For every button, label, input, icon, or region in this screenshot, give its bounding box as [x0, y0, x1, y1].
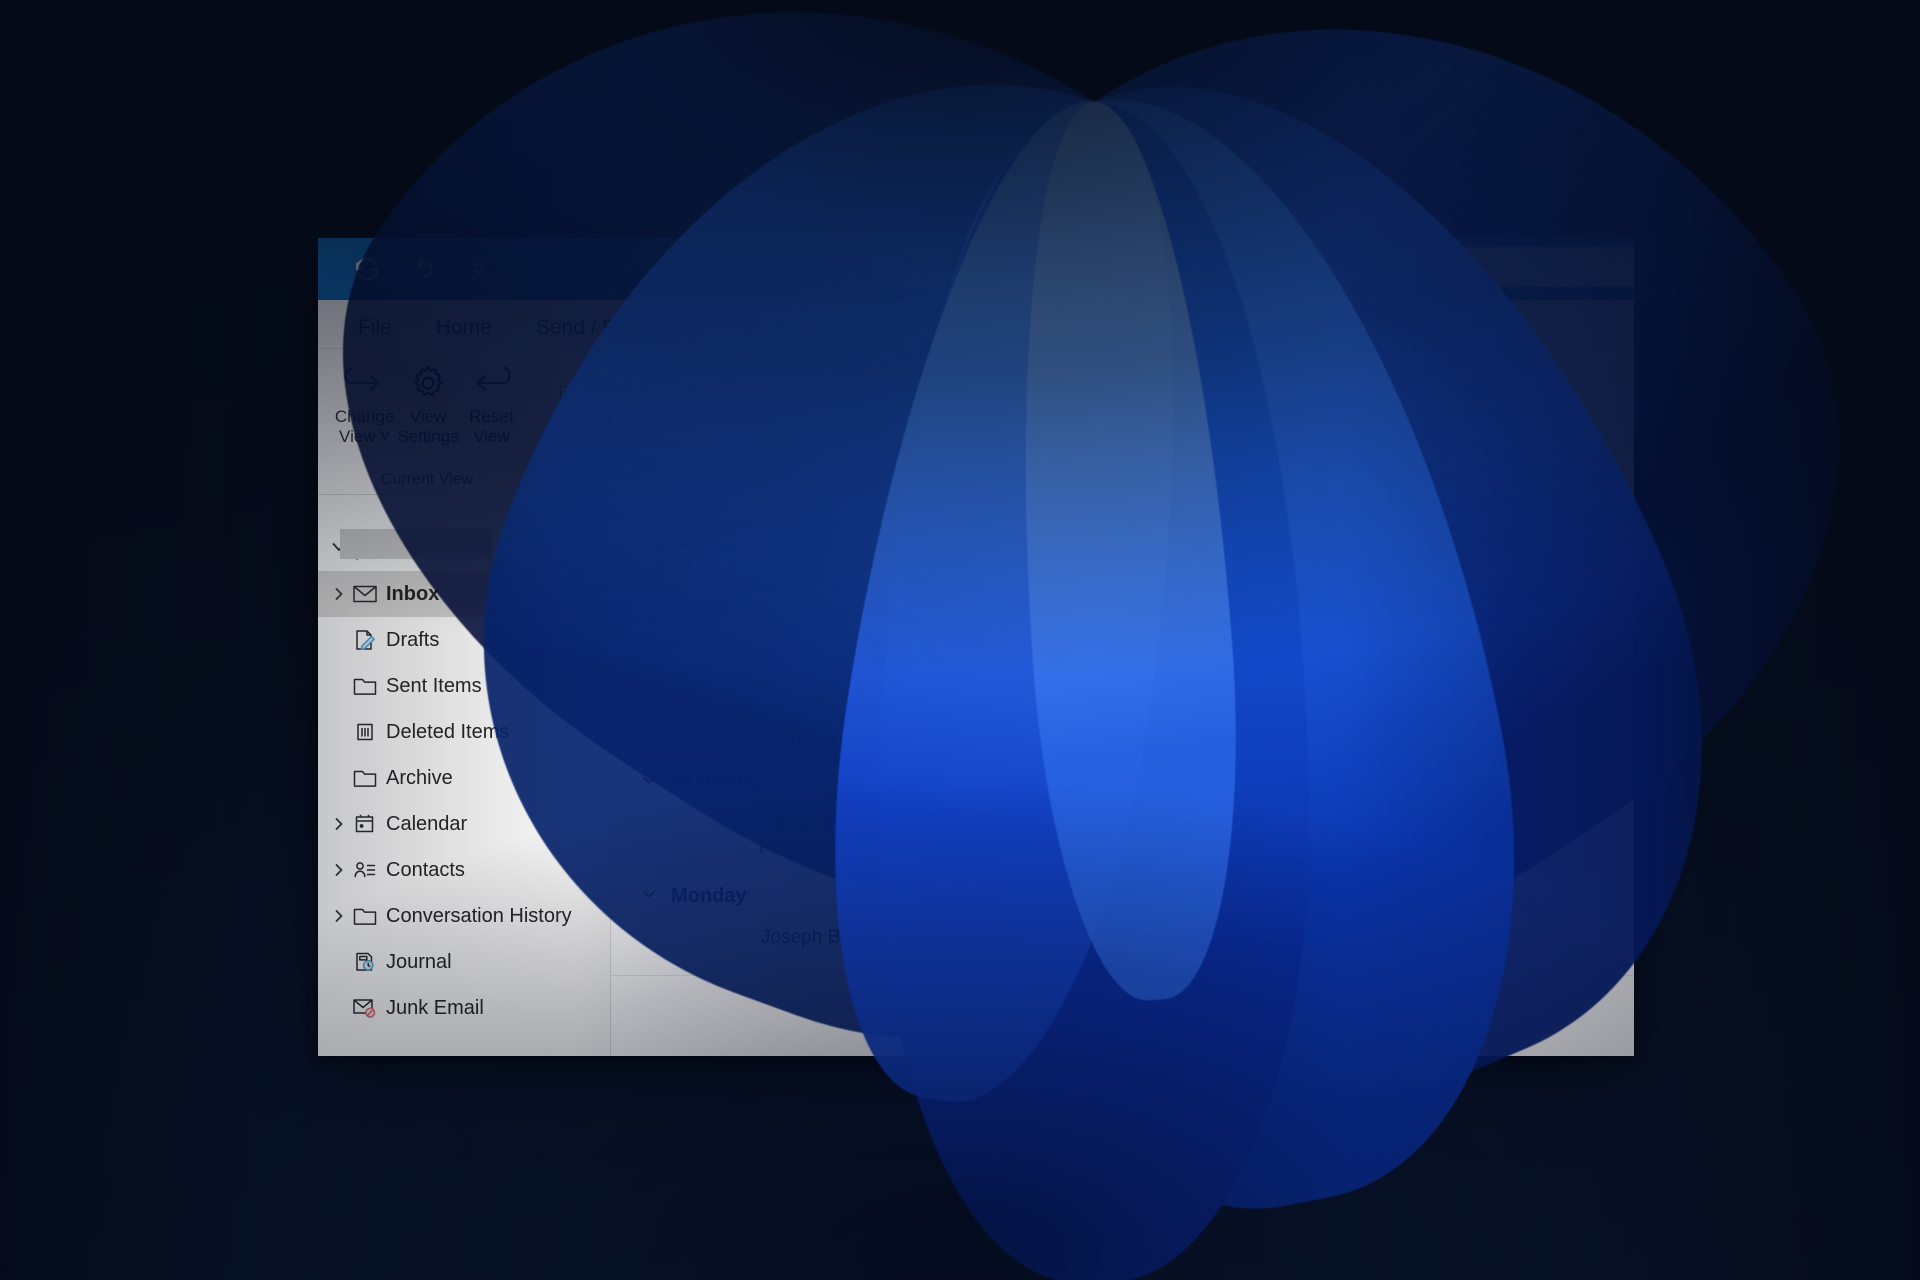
sidebar-item-label: Conversation History	[386, 904, 572, 927]
sidebar-item-junk-email[interactable]: Junk Email	[318, 985, 610, 1031]
inbox-envelope-icon	[348, 584, 382, 604]
sidebar-item-label: Junk Email	[386, 996, 484, 1019]
calendar-icon	[348, 813, 382, 835]
sidebar-item-label: Calendar	[386, 812, 468, 835]
chevron-right-icon[interactable]	[330, 908, 348, 924]
sidebar-item-journal[interactable]: Journal	[318, 939, 610, 985]
folder-icon	[348, 767, 382, 789]
chevron-right-icon[interactable]	[330, 816, 348, 832]
junk-email-icon	[348, 997, 382, 1019]
sidebar-item-label: Archive	[386, 766, 453, 789]
drafts-icon	[348, 629, 382, 651]
sidebar-item-label: Contacts	[386, 858, 465, 881]
sidebar-item-label: Drafts	[386, 628, 440, 651]
sidebar-item-label: Sent Items	[386, 674, 482, 697]
sidebar-item-conversation-history[interactable]: Conversation History	[318, 893, 610, 939]
trash-icon	[348, 721, 382, 743]
contacts-icon	[348, 859, 382, 881]
sidebar-item-label: Deleted Items	[386, 720, 510, 743]
folder-icon	[348, 675, 382, 697]
sidebar-item-label: Journal	[386, 950, 452, 973]
chevron-right-icon[interactable]	[330, 586, 348, 602]
desktop-wallpaper	[0, 0, 1920, 1280]
chevron-right-icon[interactable]	[330, 862, 348, 878]
folder-icon	[348, 905, 382, 927]
journal-icon	[348, 951, 382, 973]
